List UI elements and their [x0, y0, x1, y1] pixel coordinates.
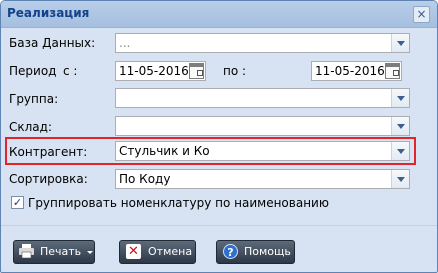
close-icon: × — [416, 7, 427, 21]
warehouse-select[interactable] — [115, 116, 410, 136]
help-button[interactable]: ? Помощь — [216, 240, 295, 264]
help-button-label: Помощь — [244, 245, 291, 258]
checkmark-icon: ✓ — [12, 196, 23, 209]
group-dropdown-icon[interactable] — [391, 89, 409, 107]
period-label: Период — [9, 64, 57, 78]
sort-label: Сортировка: — [9, 172, 88, 186]
group-select[interactable] — [115, 88, 410, 108]
chevron-down-icon — [87, 251, 93, 254]
sort-value: По Коду — [119, 172, 171, 186]
counterparty-label: Контрагент: — [9, 145, 88, 159]
printer-icon — [19, 244, 34, 258]
print-button[interactable]: Печать — [13, 240, 95, 264]
print-button-label: Печать — [40, 245, 82, 258]
group-checkbox[interactable]: ✓ — [11, 196, 24, 209]
warehouse-label: Склад: — [9, 120, 52, 134]
sort-dropdown-icon[interactable] — [391, 170, 409, 188]
window-title: Реализация — [7, 6, 90, 20]
cancel-button[interactable]: ✕ Отмена — [119, 240, 196, 264]
warehouse-dropdown-icon[interactable] — [391, 117, 409, 135]
period-to-value: 11-05-2016 — [315, 64, 385, 78]
separator — [1, 225, 437, 226]
database-dropdown-icon[interactable] — [391, 34, 409, 52]
database-select[interactable]: ... — [115, 33, 410, 53]
cancel-button-label: Отмена — [148, 245, 193, 258]
calendar-icon[interactable] — [385, 63, 400, 79]
group-label: Группа: — [9, 92, 59, 106]
period-from-input[interactable]: 11-05-2016 — [115, 61, 206, 81]
database-placeholder: ... — [119, 36, 131, 50]
counterparty-select[interactable]: Стульчик и Ко — [115, 141, 410, 161]
period-to-input[interactable]: 11-05-2016 — [311, 61, 402, 81]
close-button[interactable]: × — [413, 6, 430, 23]
database-label: База Данных: — [9, 36, 96, 50]
cancel-icon: ✕ — [126, 244, 141, 259]
dialog-window: Реализация × База Данных: ... Период с :… — [0, 0, 438, 273]
counterparty-value: Стульчик и Ко — [119, 144, 210, 158]
help-icon: ? — [223, 244, 238, 259]
titlebar[interactable]: Реализация × — [1, 1, 437, 28]
calendar-icon[interactable] — [189, 63, 204, 79]
group-checkbox-label[interactable]: Группировать номенклатуру по наименовани… — [28, 196, 329, 210]
period-from-label: с : — [63, 64, 78, 78]
counterparty-dropdown-icon[interactable] — [391, 142, 409, 160]
sort-select[interactable]: По Коду — [115, 169, 410, 189]
period-from-value: 11-05-2016 — [119, 64, 189, 78]
period-to-label: по : — [223, 64, 247, 78]
